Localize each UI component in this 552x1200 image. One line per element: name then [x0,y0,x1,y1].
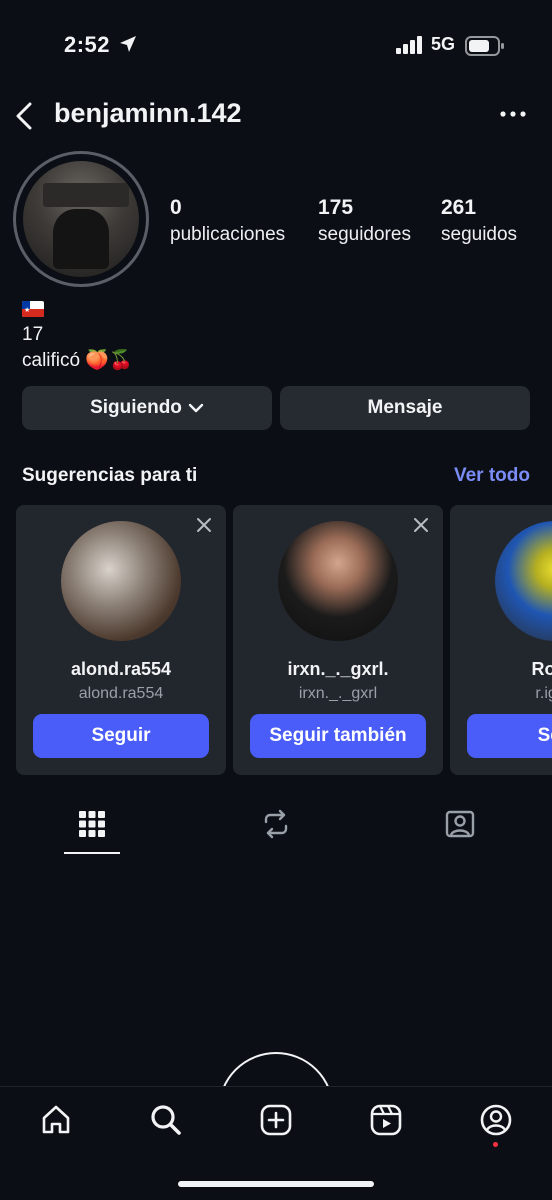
suggestion-handle: alond.ra554 [78,685,164,702]
stat-followers[interactable]: 175 seguidores [318,196,411,246]
suggestion-card[interactable]: irxn._._gxrl. irxn._._gxrl Seguir tambié… [233,505,443,775]
profile-icon[interactable] [479,1103,513,1137]
bio-text: calificó 🍑🍒 [22,350,133,371]
followers-label: seguidores [318,224,411,245]
posts-count: 0 [170,196,182,219]
suggestion-card[interactable]: alond.ra554 alond.ra554 Seguir [16,505,226,775]
following-label: seguidos [441,224,518,245]
suggestion-card[interactable]: Rodri r.igna Seg [450,505,552,775]
follow-button[interactable]: Seguir [33,714,209,758]
following-button[interactable]: Siguiendo [22,386,272,430]
bio-flag-line: ★ [22,296,133,322]
home-icon[interactable] [39,1103,73,1137]
suggestion-name: irxn._._gxrl. [287,659,389,679]
signal-bars-icon [396,36,422,54]
following-button-label: Siguiendo [90,397,182,418]
suggestions-header: Sugerencias para ti Ver todo [22,463,530,489]
suggestion-avatar[interactable] [278,521,398,641]
suggestion-avatar[interactable] [61,521,181,641]
avatar [23,161,139,277]
plus-square-icon[interactable] [259,1103,293,1137]
profile-username: benjaminn.142 [54,98,242,128]
suggestion-handle: r.igna [535,685,552,702]
profile-tabs [0,800,552,856]
notification-dot [493,1142,498,1147]
suggestion-name: Rodri [531,659,552,679]
suggestion-avatar[interactable] [495,521,552,641]
search-icon[interactable] [149,1103,183,1137]
posts-label: publicaciones [170,224,286,245]
profile-header: benjaminn.142 [0,94,552,138]
tagged-person-icon[interactable] [444,808,476,840]
reels-icon[interactable] [369,1103,403,1137]
battery-icon [465,36,504,56]
suggestions-title: Sugerencias para ti [22,465,198,486]
profile-avatar-ring[interactable] [13,151,149,287]
followers-count: 175 [318,196,354,219]
follow-button[interactable]: Seguir también [250,714,426,758]
bio-age: 17 [22,324,44,345]
stat-posts[interactable]: 0 publicaciones [170,196,285,246]
close-icon[interactable] [196,517,212,533]
follow-button[interactable]: Seg [467,714,552,758]
message-button[interactable]: Mensaje [280,386,530,430]
message-button-label: Mensaje [367,397,443,418]
profile-actions: Siguiendo Mensaje [22,386,530,430]
network-type: 5G [431,34,456,54]
chevron-left-icon[interactable] [10,100,38,132]
close-icon[interactable] [413,517,429,533]
following-count: 261 [441,196,477,219]
repost-icon[interactable] [260,808,292,840]
suggestion-name: alond.ra554 [70,659,172,679]
location-arrow-icon [120,36,136,52]
suggestion-handle: irxn._._gxrl [298,685,378,702]
profile-bio: ★ 17 calificó 🍑🍒 [22,296,133,374]
status-time: 2:52 [64,32,111,57]
grid-icon[interactable] [76,808,108,840]
home-indicator [178,1181,374,1187]
active-tab-indicator [64,852,120,854]
status-bar: 2:52 5G [0,0,552,90]
chevron-down-icon [188,403,204,413]
see-all-link[interactable]: Ver todo [454,465,530,487]
more-horizontal-icon[interactable] [498,104,528,124]
chile-flag-icon: ★ [22,300,44,317]
stat-following[interactable]: 261 seguidos [441,196,517,246]
